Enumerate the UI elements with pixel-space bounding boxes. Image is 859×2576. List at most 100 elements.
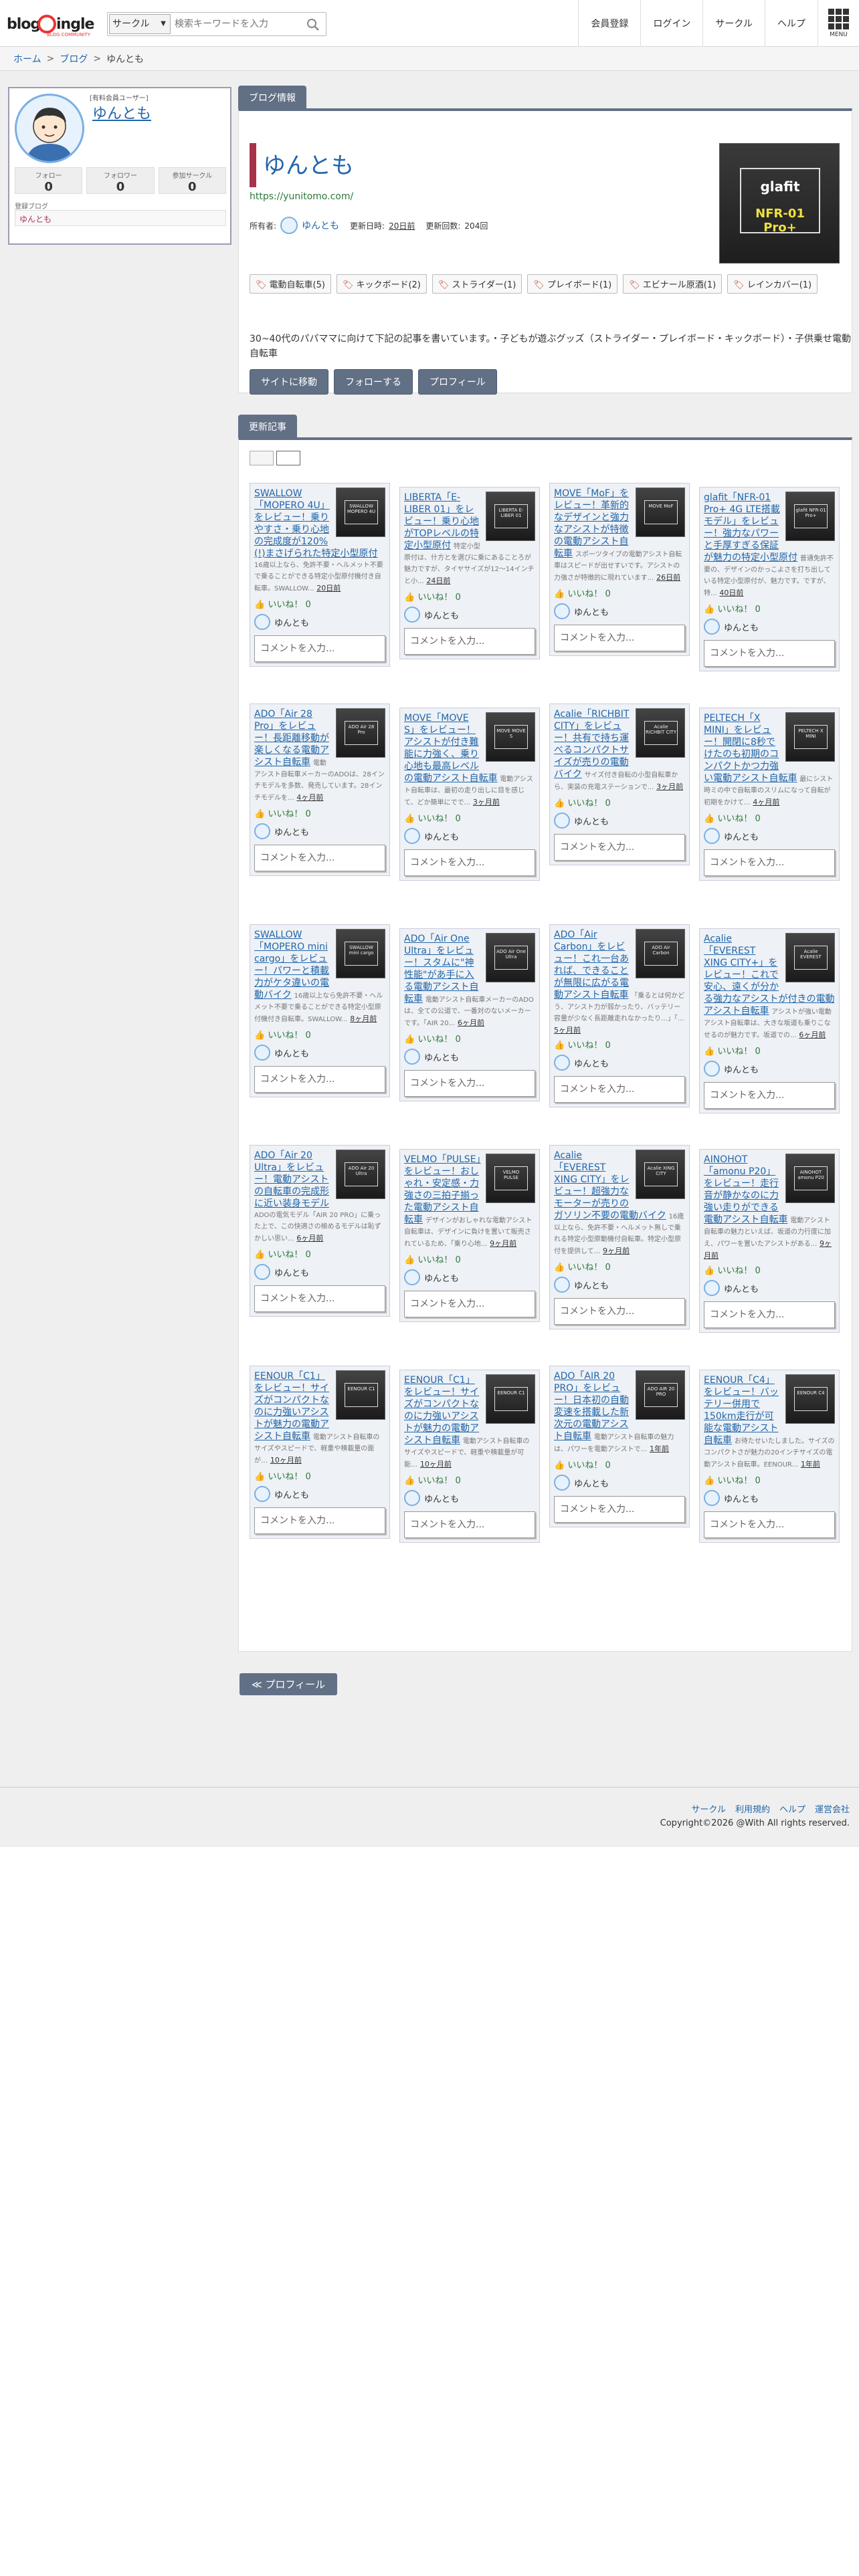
article-author[interactable]: ゆんとも bbox=[554, 1475, 685, 1491]
article-date[interactable]: 4ヶ月前 bbox=[296, 793, 323, 802]
like-row[interactable]: 👍 いいね！ 0 bbox=[704, 1044, 835, 1057]
tag[interactable]: 🏷 ストライダー(1) bbox=[432, 274, 522, 294]
article-thumbnail[interactable]: EENOUR C1 bbox=[336, 1370, 385, 1420]
article-author[interactable]: ゆんとも bbox=[704, 1490, 835, 1506]
article-title[interactable]: VELMO「PULSE」をレビュー！おしゃれ・安定感・力強さの三拍子揃った電動ア… bbox=[404, 1154, 481, 1225]
article-author[interactable]: ゆんとも bbox=[554, 813, 685, 829]
nav-register[interactable]: 会員登録 bbox=[578, 0, 640, 47]
blog-url[interactable]: https://yunitomo.com/ bbox=[250, 191, 353, 202]
nav-login[interactable]: ログイン bbox=[640, 0, 702, 47]
article-date[interactable]: 3ヶ月前 bbox=[656, 782, 683, 791]
like-row[interactable]: 👍 いいね！ 0 bbox=[554, 1260, 685, 1273]
like-row[interactable]: 👍 いいね！ 0 bbox=[704, 1473, 835, 1486]
article-author[interactable]: ゆんとも bbox=[704, 1280, 835, 1296]
article-date[interactable]: 20日前 bbox=[316, 584, 341, 593]
blog-title[interactable]: ゆんとも bbox=[263, 147, 354, 180]
article-date[interactable]: 40日前 bbox=[719, 588, 743, 597]
like-row[interactable]: 👍 いいね！ 0 bbox=[554, 1038, 685, 1051]
breadcrumb-blog[interactable]: ブログ bbox=[60, 52, 88, 66]
article-date[interactable]: 8ヶ月前 bbox=[350, 1014, 377, 1023]
like-row[interactable]: 👍 いいね！ 0 bbox=[704, 1263, 835, 1276]
tag[interactable]: 🏷 キックボード(2) bbox=[336, 274, 427, 294]
footer-link-company[interactable]: 運営会社 bbox=[815, 1802, 850, 1815]
tag[interactable]: 🏷 エビナール原酒(1) bbox=[623, 274, 723, 294]
tag[interactable]: 🏷 プレイボード(1) bbox=[527, 274, 618, 294]
article-thumbnail[interactable]: Acalie XING CITY bbox=[636, 1150, 685, 1199]
article-date[interactable]: 10ヶ月前 bbox=[420, 1460, 452, 1469]
like-row[interactable]: 👍 いいね！ 0 bbox=[254, 1028, 385, 1041]
comment-input[interactable]: コメントを入力... bbox=[554, 1298, 685, 1325]
registered-blog-link[interactable]: ゆんとも bbox=[15, 210, 226, 226]
article-title[interactable]: glafit「NFR-01 Pro+ 4G LTE搭載モデル」をレビュー！強力な… bbox=[704, 492, 797, 563]
comment-input[interactable]: コメントを入力... bbox=[254, 1066, 385, 1093]
profile-name[interactable]: ゆんとも bbox=[92, 102, 151, 123]
article-thumbnail[interactable]: ADO Air 28 Pro bbox=[336, 708, 385, 758]
article-thumbnail[interactable]: SWALLOW MOPERO 4U bbox=[336, 488, 385, 537]
article-thumbnail[interactable]: EENOUR C4 bbox=[785, 1374, 835, 1424]
nav-help[interactable]: ヘルプ bbox=[765, 0, 818, 47]
article-date[interactable]: 10ヶ月前 bbox=[270, 1456, 302, 1465]
article-date[interactable]: 4ヶ月前 bbox=[753, 798, 779, 807]
article-title[interactable]: PELTECH「X MINI」をレビュー！開閉に8秒でけたのも初期のコンパクトか… bbox=[704, 713, 797, 784]
article-author[interactable]: ゆんとも bbox=[254, 1045, 385, 1061]
article-thumbnail[interactable]: MOVE MOVE S bbox=[486, 712, 535, 762]
article-thumbnail[interactable]: ADO AIR 20 PRO bbox=[636, 1370, 685, 1420]
nav-circle[interactable]: サークル bbox=[702, 0, 765, 47]
comment-input[interactable]: コメントを入力... bbox=[254, 635, 385, 662]
article-date[interactable]: 1年前 bbox=[650, 1444, 669, 1453]
article-title[interactable]: ADO「Air 28 Pro」をレビュー！長距離移動が楽しくなる電動アシスト自転… bbox=[254, 709, 329, 768]
article-date[interactable]: 1年前 bbox=[801, 1460, 820, 1469]
article-author[interactable]: ゆんとも bbox=[404, 1490, 535, 1506]
follow-button[interactable]: フォローする bbox=[334, 369, 413, 395]
article-date[interactable]: 5ヶ月前 bbox=[554, 1026, 581, 1035]
article-title[interactable]: MOVE「MoF」をレビュー！革新的なデザインと強力なアシストが特徴の電動アシス… bbox=[554, 488, 629, 559]
comment-input[interactable]: コメントを入力... bbox=[704, 849, 835, 876]
article-thumbnail[interactable]: ADO Air Carbon bbox=[636, 929, 685, 978]
visit-site-button[interactable]: サイトに移動 bbox=[250, 369, 328, 395]
article-title[interactable]: ADO「Air 20 Ultra」をレビュー！電動アシストの自転車の完成形に近い… bbox=[254, 1150, 329, 1209]
like-row[interactable]: 👍 いいね！ 0 bbox=[254, 1247, 385, 1260]
article-title[interactable]: MOVE「MOVE S」をレビュー！アシストが付き難能に力強く、乗り心地も最高レ… bbox=[404, 713, 497, 784]
article-date[interactable]: 6ヶ月前 bbox=[296, 1234, 323, 1243]
article-thumbnail[interactable]: VELMO PULSE bbox=[486, 1154, 535, 1203]
like-row[interactable]: 👍 いいね！ 0 bbox=[554, 796, 685, 809]
grid-view-icon[interactable] bbox=[276, 451, 300, 465]
like-row[interactable]: 👍 いいね！ 0 bbox=[554, 586, 685, 599]
profile-button[interactable]: プロフィール bbox=[418, 369, 497, 395]
article-thumbnail[interactable]: LIBERTA E-LIBER 01 bbox=[486, 492, 535, 541]
article-date[interactable]: 9ヶ月前 bbox=[490, 1239, 516, 1248]
back-to-profile-button[interactable]: ≪ プロフィール bbox=[240, 1673, 338, 1695]
article-thumbnail[interactable]: EENOUR C1 bbox=[486, 1374, 535, 1424]
article-thumbnail[interactable]: AINOHOT amonu P20 bbox=[785, 1154, 835, 1203]
comment-input[interactable]: コメントを入力... bbox=[554, 625, 685, 651]
article-author[interactable]: ゆんとも bbox=[404, 607, 535, 623]
article-author[interactable]: ゆんとも bbox=[704, 828, 835, 844]
like-row[interactable]: 👍 いいね！ 0 bbox=[704, 811, 835, 824]
article-author[interactable]: ゆんとも bbox=[554, 603, 685, 619]
comment-input[interactable]: コメントを入力... bbox=[254, 1285, 385, 1312]
stat-follow[interactable]: フォロー 0 bbox=[15, 167, 83, 194]
menu-button[interactable]: MENU bbox=[818, 0, 859, 47]
comment-input[interactable]: コメントを入力... bbox=[704, 640, 835, 667]
like-row[interactable]: 👍 いいね！ 0 bbox=[554, 1458, 685, 1471]
article-author[interactable]: ゆんとも bbox=[254, 1486, 385, 1502]
like-row[interactable]: 👍 いいね！ 0 bbox=[704, 602, 835, 615]
comment-input[interactable]: コメントを入力... bbox=[704, 1301, 835, 1328]
footer-link-terms[interactable]: 利用規約 bbox=[735, 1802, 770, 1815]
owner-name[interactable]: ゆんとも bbox=[302, 219, 339, 232]
like-row[interactable]: 👍 いいね！ 0 bbox=[254, 597, 385, 610]
comment-input[interactable]: コメントを入力... bbox=[404, 1291, 535, 1317]
article-date[interactable]: 6ヶ月前 bbox=[799, 1031, 826, 1039]
comment-input[interactable]: コメントを入力... bbox=[404, 1511, 535, 1538]
comment-input[interactable]: コメントを入力... bbox=[704, 1511, 835, 1538]
article-author[interactable]: ゆんとも bbox=[254, 614, 385, 630]
article-title[interactable]: ADO「Air Carbon」をレビュー！これ一台あれば、できることが無限に広が… bbox=[554, 930, 629, 1000]
comment-input[interactable]: コメントを入力... bbox=[704, 1082, 835, 1109]
article-author[interactable]: ゆんとも bbox=[554, 1055, 685, 1071]
article-date[interactable]: 9ヶ月前 bbox=[603, 1247, 630, 1255]
article-title[interactable]: EENOUR「C1」をレビュー！サイズがコンパクトなのに力強いアシストが魅力の電… bbox=[404, 1375, 479, 1446]
blog-thumbnail[interactable]: glafit NFR-01 Pro+ bbox=[719, 143, 840, 263]
comment-input[interactable]: コメントを入力... bbox=[554, 1496, 685, 1523]
list-view-icon[interactable] bbox=[250, 451, 274, 465]
article-title[interactable]: EENOUR「C1」をレビュー！サイズがコンパクトなのに力強いアシストが魅力の電… bbox=[254, 1371, 329, 1442]
